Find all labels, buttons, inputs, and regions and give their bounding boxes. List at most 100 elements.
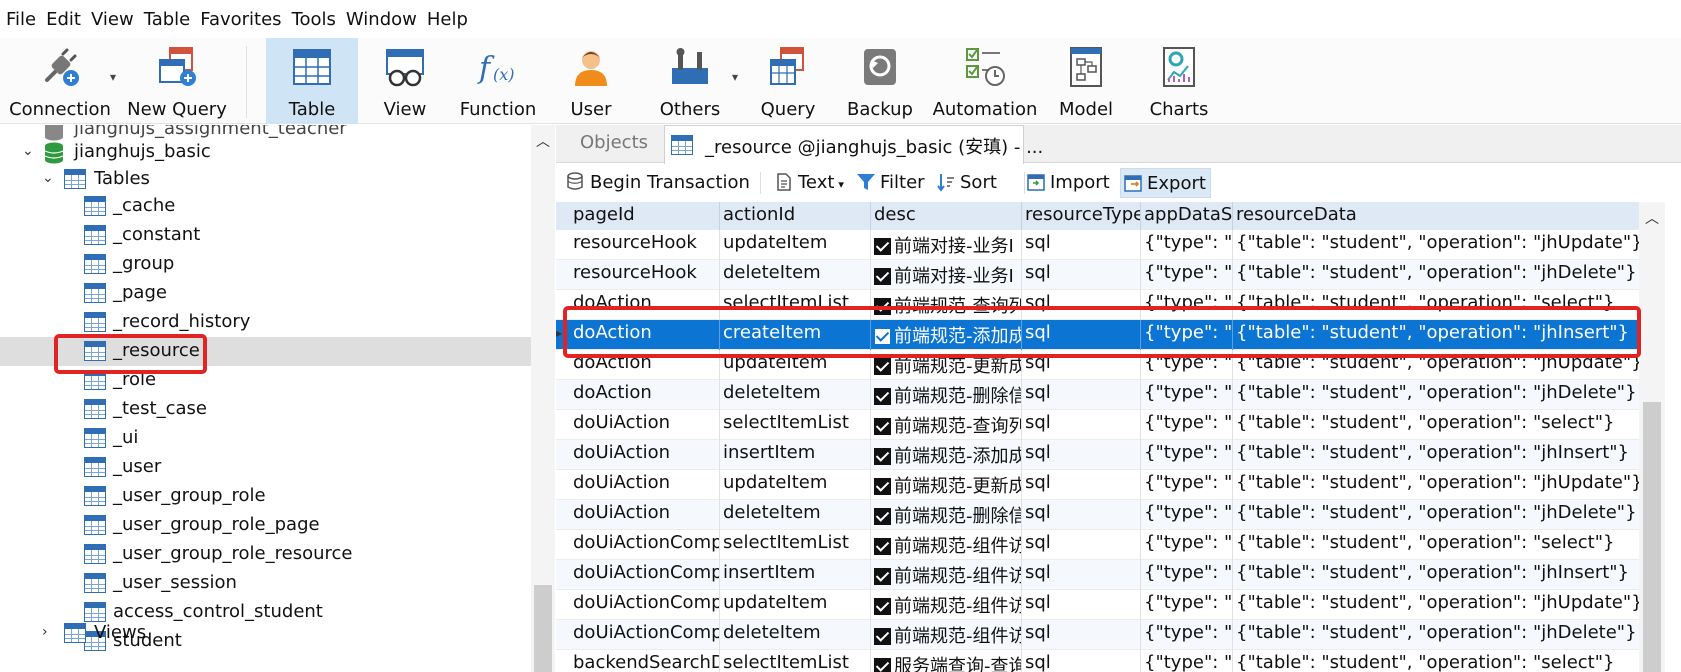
table-cell-actionId[interactable]: updateItem [720,470,871,500]
table-cell-appDataSchema[interactable]: {"type": "o [1141,620,1233,650]
table-cell-actionId[interactable]: updateItem [720,350,871,380]
nav-table-item[interactable]: _ui [0,424,531,453]
table-cell-actionId[interactable]: insertItem [720,440,871,470]
table-cell-appDataSchema[interactable]: {"type": "o [1141,470,1233,500]
nav-table-item[interactable]: _cache [0,192,531,221]
column-header[interactable]: resourceType [1022,202,1141,230]
grid-scrollbar[interactable]: ︿ [1639,202,1665,672]
user-button[interactable]: User [548,38,634,124]
table-row[interactable]: resourceHook updateItem 前端对接-业务I sql {"type"… [556,230,1656,260]
table-cell-resourceData[interactable]: {"table": "student", "operation": "jhUpd… [1233,230,1656,260]
table-cell-resourceType[interactable]: sql [1022,650,1141,672]
table-cell-desc[interactable]: 前端规范-更新成 [871,350,1022,380]
column-header[interactable]: resourceData [1233,202,1656,230]
checkbox-icon[interactable] [874,628,891,645]
checkbox-icon[interactable] [874,418,891,435]
connection-button[interactable]: Connection [4,38,116,124]
menu-tools[interactable]: Tools [292,9,336,30]
query-button[interactable]: Query [746,38,830,124]
sort-button[interactable]: Sort [936,168,997,198]
import-button[interactable]: Import [1026,168,1110,198]
table-cell-pageId[interactable]: doUiActionComp [570,560,720,590]
table-cell-appDataSchema[interactable]: {"type": "o [1141,560,1233,590]
table-cell-appDataSchema[interactable]: {"type": "o [1141,650,1233,672]
table-cell-resourceType[interactable]: sql [1022,260,1141,290]
table-cell-resourceType[interactable]: sql [1022,500,1141,530]
table-cell-desc[interactable]: 前端规范-删除信 [871,380,1022,410]
checkbox-icon[interactable] [874,268,891,285]
table-cell-appDataSchema[interactable]: {"type": "o [1141,260,1233,290]
table-cell-pageId[interactable]: resourceHook [570,230,720,260]
table-cell-actionId[interactable]: selectItemList [720,650,871,672]
table-cell-desc[interactable]: 前端规范-组件访 [871,530,1022,560]
scrollbar-thumb[interactable] [534,585,552,672]
menu-favorites[interactable]: Favorites [200,9,281,30]
table-cell-pageId[interactable]: backendSearchD [570,650,720,672]
table-row[interactable]: resourceHook deleteItem 前端对接-业务I sql {"type"… [556,260,1656,290]
column-header[interactable]: actionId [720,202,871,230]
nav-table-item[interactable]: _page [0,279,531,308]
table-cell-pageId[interactable]: resourceHook [570,260,720,290]
table-row[interactable]: doUiAction selectItemList 前端规范-查询列 sql {"typ… [556,410,1656,440]
table-cell-appDataSchema[interactable]: {"type": "o [1141,290,1233,320]
menu-view[interactable]: View [91,9,134,30]
chevron-down-icon[interactable]: ⌄ [42,170,54,186]
table-button[interactable]: Table [266,38,358,124]
table-cell-resourceType[interactable]: sql [1022,350,1141,380]
table-cell-actionId[interactable]: deleteItem [720,380,871,410]
table-cell-resourceData[interactable]: {"table": "student", "operation": "jhDel… [1233,620,1656,650]
table-row[interactable]: doUiActionComp selectItemList 前端规范-组件访 sql {… [556,530,1656,560]
model-button[interactable]: Model [1046,38,1126,124]
table-cell-desc[interactable]: 前端规范-更新成 [871,470,1022,500]
table-cell-pageId[interactable]: doUiActionComp [570,620,720,650]
table-cell-pageId[interactable]: doUiActionComp [570,590,720,620]
new-query-button[interactable]: New Query [122,38,232,124]
table-cell-resourceData[interactable]: {"table": "student", "operation": "selec… [1233,410,1656,440]
checkbox-icon[interactable] [874,508,891,525]
table-cell-appDataSchema[interactable]: {"type": "o [1141,380,1233,410]
table-cell-resourceData[interactable]: {"table": "student", "operation": "jhDel… [1233,380,1656,410]
table-row[interactable]: ▸ doAction createItem 前端规范-添加成 sql {"type": "… [556,320,1656,350]
nav-item-views[interactable]: › Views [0,619,531,648]
export-button[interactable]: Export [1120,168,1211,198]
table-row[interactable]: doUiAction insertItem 前端规范-添加成 sql {"type": … [556,440,1656,470]
checkbox-icon[interactable] [874,568,891,585]
table-cell-resourceData[interactable]: {"table": "student", "operation": "jhUpd… [1233,590,1656,620]
table-cell-resourceType[interactable]: sql [1022,590,1141,620]
table-cell-resourceData[interactable]: {"table": "student", "operation": "jhIns… [1233,320,1656,350]
table-cell-pageId[interactable]: doUiAction [570,410,720,440]
table-row[interactable]: doUiActionComp insertItem 前端规范-组件访 sql {"typ… [556,560,1656,590]
menu-help[interactable]: Help [427,9,468,30]
nav-table-item[interactable]: _user_session [0,569,531,598]
table-cell-appDataSchema[interactable]: {"type": "o [1141,350,1233,380]
table-cell-actionId[interactable]: deleteItem [720,260,871,290]
table-cell-desc[interactable]: 前端规范-添加成 [871,440,1022,470]
table-row[interactable]: backendSearchD selectItemList 服务端查询-查询 sql {… [556,650,1656,672]
table-cell-resourceData[interactable]: {"table": "student", "operation": "jhIns… [1233,560,1656,590]
table-cell-pageId[interactable]: doAction [570,320,720,350]
table-cell-desc[interactable]: 前端规范-添加成 [871,320,1022,350]
backup-button[interactable]: Backup [836,38,924,124]
table-cell-resourceData[interactable]: {"table": "student", "operation": "selec… [1233,530,1656,560]
navigator-scrollbar[interactable]: ︿ [531,125,555,672]
table-cell-pageId[interactable]: doUiActionComp [570,530,720,560]
filter-button[interactable]: Filter [856,168,925,198]
table-cell-desc[interactable]: 前端规范-查询列 [871,410,1022,440]
automation-button[interactable]: Automation [930,38,1040,124]
table-row[interactable]: doAction deleteItem 前端规范-删除信sql {"type": "o… [556,380,1656,410]
tab-resource[interactable]: _resource @jianghujs_basic (安瑱) - ... [664,125,1043,164]
scrollbar-thumb[interactable] [1643,402,1661,672]
table-cell-actionId[interactable]: createItem [720,320,871,350]
table-cell-resourceType[interactable]: sql [1022,320,1141,350]
connection-dropdown-icon[interactable]: ▾ [110,70,116,84]
table-cell-pageId[interactable]: doAction [570,290,720,320]
checkbox-icon[interactable] [874,478,891,495]
function-button[interactable]: f (x) Function [452,38,544,124]
checkbox-icon[interactable] [874,658,891,672]
table-cell-desc[interactable]: 前端对接-业务I [871,230,1022,260]
table-cell-actionId[interactable]: deleteItem [720,620,871,650]
table-cell-appDataSchema[interactable]: {"type": "o [1141,530,1233,560]
checkbox-icon[interactable] [874,238,891,255]
table-cell-desc[interactable]: 服务端查询-查询 [871,650,1022,672]
checkbox-icon[interactable] [874,538,891,555]
